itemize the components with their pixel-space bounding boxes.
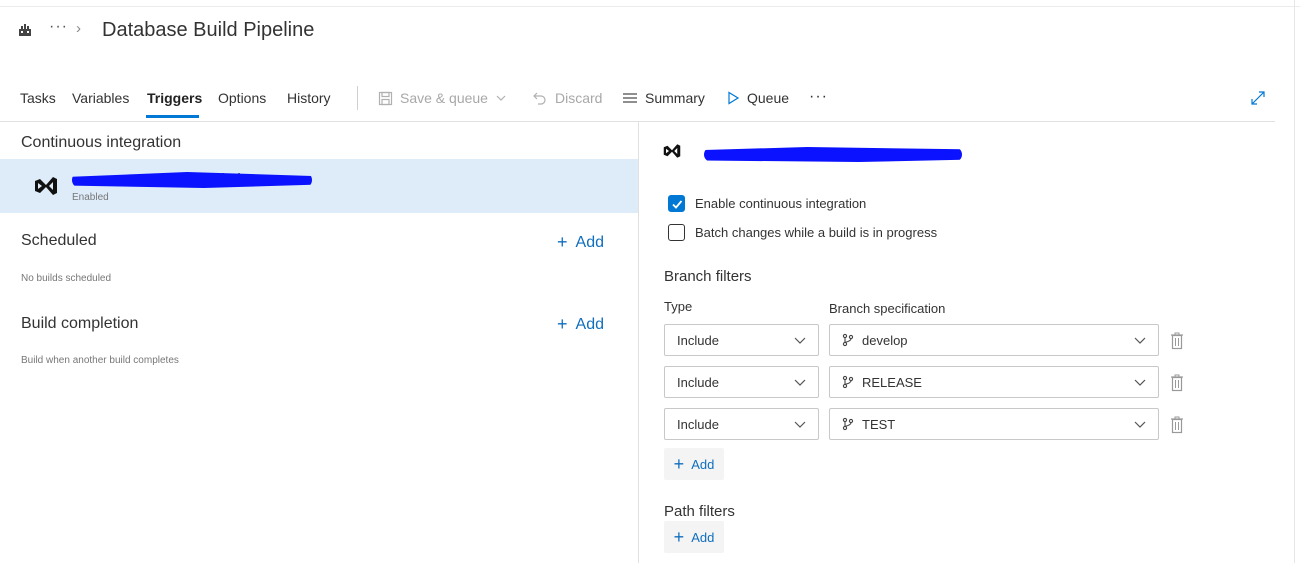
branch-spec-value: RELEASE [862,374,922,390]
branch-spec-value: TEST [862,416,896,432]
chevron-down-icon [794,379,806,386]
redaction-mark [704,147,962,162]
branch-spec-column-label: Branch specification [829,301,946,316]
scheduled-note: No builds scheduled [21,273,112,284]
chevron-down-icon [1134,421,1146,428]
branch-spec-select[interactable]: TEST [829,408,1159,440]
queue-label: Queue [747,90,790,106]
queue-button[interactable]: Queue [726,90,789,106]
expand-icon[interactable] [1250,90,1266,106]
add-label: Add [691,529,715,545]
add-build-completion-button[interactable]: + Add [557,314,604,335]
page-title: Database Build Pipeline [102,19,315,41]
list-icon [623,93,637,103]
add-branch-filter-button[interactable]: + Add [664,448,724,480]
filter-type-value: Include [677,332,719,348]
add-path-filter-button[interactable]: + Add [664,521,724,553]
delete-icon[interactable] [1169,416,1185,434]
visual-studio-icon [35,177,57,195]
branch-spec-value: develop [862,332,908,348]
right-border [1294,0,1295,563]
branch-spec-select[interactable]: develop [829,324,1159,356]
toolbar-divider [357,86,358,110]
discard-button[interactable]: Discard [532,90,602,106]
plus-icon: + [673,526,685,547]
branch-filters-title: Branch filters [664,268,752,285]
active-tab-indicator [146,115,199,118]
tab-bar: Tasks Variables Triggers Options History… [0,84,1275,118]
chevron-right-icon: › [76,20,81,37]
ci-status-text: Enabled [72,192,109,203]
discard-label: Discard [555,90,603,106]
chevron-down-icon [1134,379,1146,386]
add-label: Add [575,315,604,333]
delete-icon[interactable] [1169,374,1185,392]
enable-ci-checkbox[interactable]: Enable continuous integration [668,195,866,212]
branch-icon [842,375,854,389]
plus-icon: + [673,453,685,474]
filter-type-select[interactable]: Include [664,408,819,440]
save-queue-label: Save & queue [400,90,488,106]
tab-history[interactable]: History [287,90,331,106]
filter-type-select[interactable]: Include [664,324,819,356]
batch-changes-label: Batch changes while a build is in progre… [695,225,938,240]
enable-ci-label: Enable continuous integration [695,196,867,211]
tab-tasks[interactable]: Tasks [20,90,56,106]
save-queue-button[interactable]: Save & queue [378,90,507,106]
tab-triggers[interactable]: Triggers [147,90,202,106]
play-icon [728,91,740,105]
type-column-label: Type [664,299,693,314]
filter-type-select[interactable]: Include [664,366,819,398]
chevron-down-icon [794,337,806,344]
branch-icon [842,333,854,347]
build-pipeline-icon [19,24,31,36]
trigger-list-panel: Continuous integration cicd- Enabled Sch… [0,122,638,563]
checkbox-checked[interactable] [668,195,685,212]
filter-type-value: Include [677,374,719,390]
branch-icon [842,417,854,431]
plus-icon: + [557,232,568,252]
build-completion-note: Build when another build completes [21,355,179,366]
visual-studio-icon [663,144,681,158]
checkbox-unchecked[interactable] [668,224,685,241]
more-commands-button[interactable]: ··· [809,88,828,106]
branch-spec-select[interactable]: RELEASE [829,366,1159,398]
plus-icon: + [557,314,568,334]
scheduled-section-title: Scheduled [21,232,97,249]
tab-options[interactable]: Options [218,90,266,106]
batch-changes-checkbox[interactable]: Batch changes while a build is in progre… [668,224,937,241]
breadcrumb-more-button[interactable]: ··· [49,18,68,36]
add-schedule-button[interactable]: + Add [557,232,604,253]
undo-icon [533,92,546,105]
summary-button[interactable]: Summary [622,90,705,106]
top-border [0,6,1300,7]
checkmark-icon [671,199,682,209]
build-completion-section-title: Build completion [21,315,139,332]
tab-variables[interactable]: Variables [72,90,129,106]
ci-repository-item[interactable]: cicd- Enabled [0,159,638,213]
filter-type-value: Include [677,416,719,432]
chevron-down-icon [794,421,806,428]
delete-icon[interactable] [1169,332,1185,350]
add-label: Add [575,233,604,251]
summary-label: Summary [645,90,705,106]
add-label: Add [691,456,715,472]
save-icon [378,91,393,105]
ci-section-title: Continuous integration [21,134,182,151]
trigger-detail-panel: Enable continuous integration Batch chan… [639,122,1294,563]
path-filters-title: Path filters [664,503,735,520]
chevron-down-icon [1134,337,1146,344]
chevron-down-icon [496,95,506,101]
